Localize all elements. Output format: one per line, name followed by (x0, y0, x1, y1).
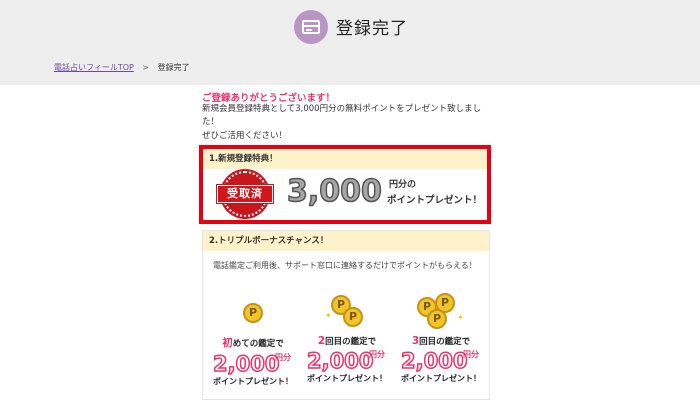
bonus-unit: 円分の (389, 180, 417, 190)
bonus-label: めての鑑定で (232, 339, 284, 349)
bonus-subtitle: ポイントプレゼント！ (387, 195, 483, 206)
breadcrumb: 電話占いフィールTOP > 登録完了 (54, 62, 190, 73)
bonus-label-em: 初 (222, 337, 233, 349)
bonus-card-second: P P ✦ 2回目の鑑定で 2,000 円分 ポイントプレゼント！ (301, 293, 393, 384)
coin-icon: P (207, 293, 299, 333)
coin-icon: P (427, 309, 447, 329)
bonus-subtitle: ポイントプレゼント！ (307, 374, 387, 383)
thanks-message: ご登録ありがとうございます！ (202, 93, 336, 104)
sparkle-icon: ✦ (325, 311, 332, 320)
bonus-unit: 円分 (275, 353, 291, 362)
bonus-label: 回目の鑑定で (419, 337, 471, 347)
coins-icon: P P P ✦ (395, 293, 487, 333)
bonus-subtitle: ポイントプレゼント！ (213, 377, 293, 386)
received-stamp: 受取済 (217, 171, 273, 217)
coin-icon: P (243, 303, 263, 323)
bonus-unit: 円分 (369, 350, 385, 359)
bonus-amount: 2,000 (212, 351, 280, 377)
bonus-amount: 3,000 (286, 173, 382, 210)
triple-bonus-section: 2.トリプルボーナスチャンス！ 電話鑑定ご利用後、サポート窓口に連絡するだけでポ… (202, 230, 490, 400)
page-title: 登録完了 (336, 19, 408, 39)
coin-icon: P (343, 307, 363, 327)
sparkle-icon: ✦ (457, 313, 464, 322)
breadcrumb-current: 登録完了 (157, 63, 190, 72)
bonus-label: 回目の鑑定で (325, 337, 377, 347)
breadcrumb-home-link[interactable]: 電話占いフィールTOP (54, 63, 134, 72)
triple-bonus-description: 電話鑑定ご利用後、サポート窓口に連絡するだけでポイントがもらえる！ (213, 261, 477, 270)
bonus-card-first: P 初めての鑑定で 2,000 円分 ポイントプレゼント！ (207, 293, 299, 387)
bonus-amount: 2,000 (400, 348, 468, 374)
bonus-unit: 円分 (463, 350, 479, 359)
breadcrumb-separator: > (142, 63, 150, 72)
section-heading: 1.新規登録特典！ (203, 149, 487, 169)
section-heading: 2.トリプルボーナスチャンス！ (203, 231, 489, 251)
bonus-subtitle: ポイントプレゼント！ (401, 374, 481, 383)
bonus-card-third: P P P ✦ 3回目の鑑定で 2,000 円分 ポイントプレゼント！ (395, 293, 487, 384)
stamp-label: 受取済 (217, 185, 273, 203)
new-member-bonus-section: 1.新規登録特典！ 受取済 3,000 円分の ポイントプレゼント！ (199, 145, 491, 224)
card-icon (294, 10, 328, 44)
bonus-description: 新規会員登録特典として3,000円分の無料ポイントをプレゼント致しました！ (202, 104, 482, 127)
bonus-amount: 2,000 (306, 348, 374, 374)
usage-note: ぜひご活用ください！ (202, 131, 288, 141)
coins-icon: P P ✦ (301, 293, 393, 333)
